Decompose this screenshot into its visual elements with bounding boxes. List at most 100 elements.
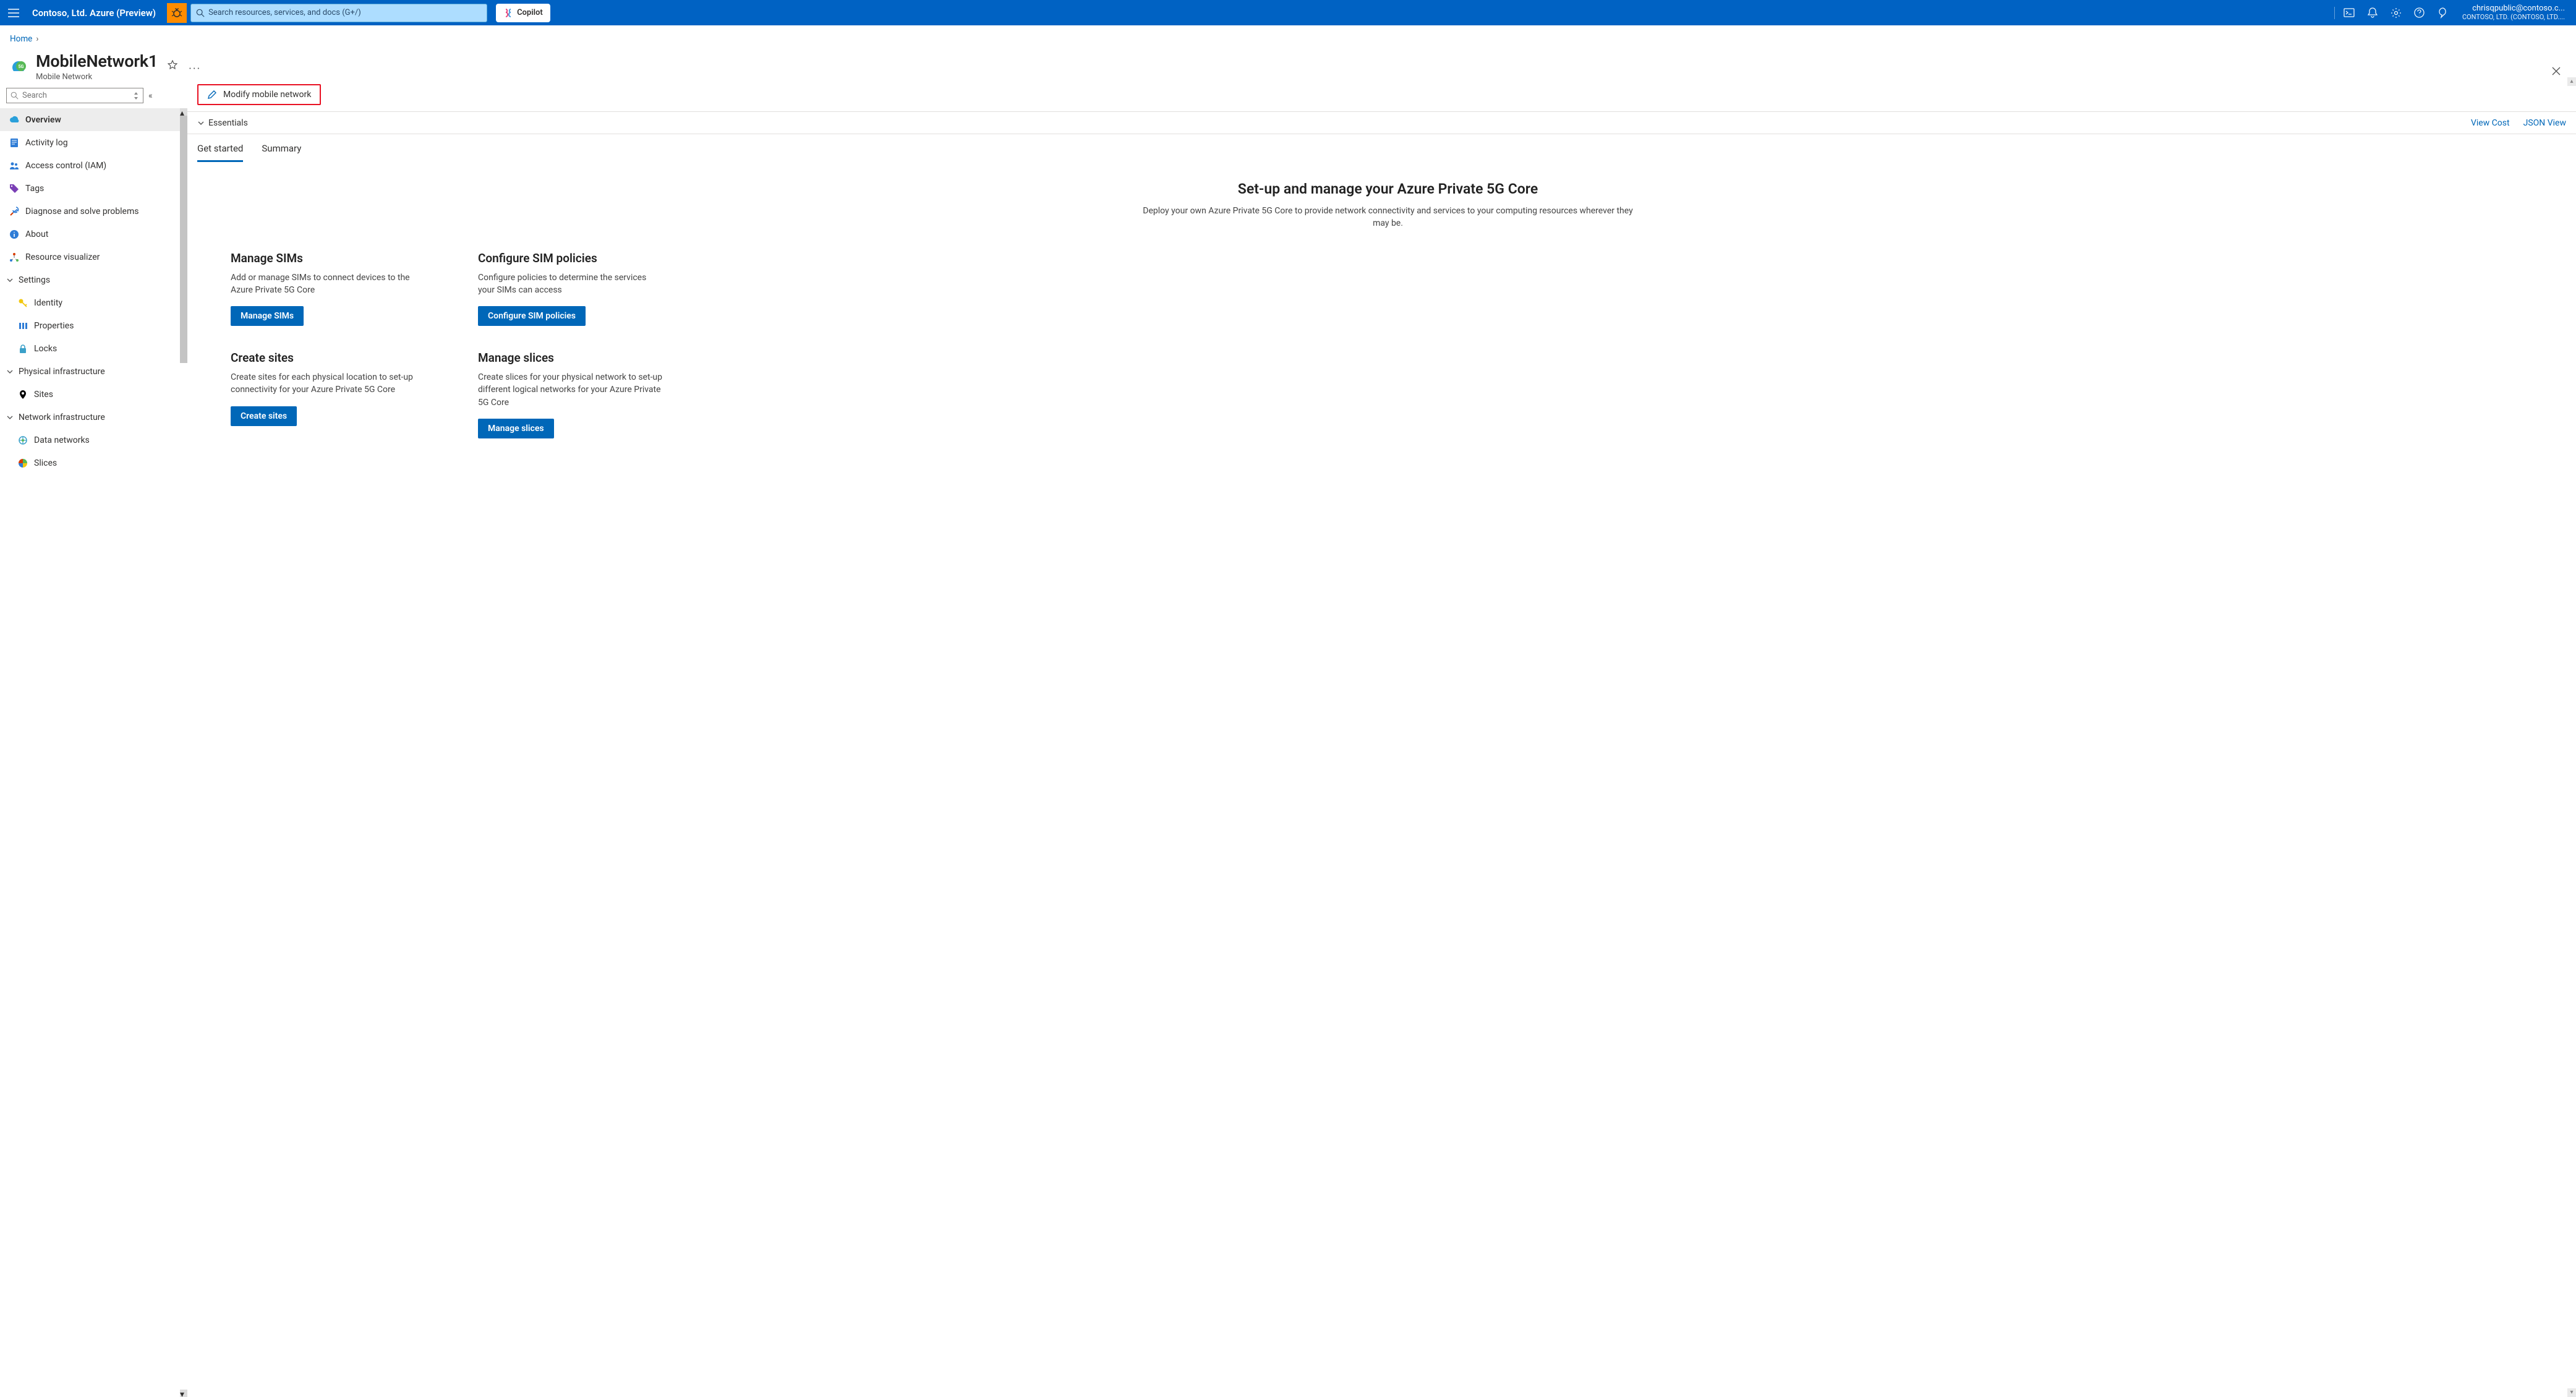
create-sites-button[interactable]: Create sites <box>231 406 297 426</box>
tab-bar: Get started Summary <box>187 134 2576 162</box>
sort-icon[interactable] <box>133 92 139 100</box>
tab-get-started[interactable]: Get started <box>197 143 243 162</box>
page-title: MobileNetwork1 <box>36 51 158 71</box>
modify-label: Modify mobile network <box>223 90 311 100</box>
sidebar-search[interactable] <box>6 88 143 103</box>
collapse-sidebar-button[interactable]: « <box>148 91 153 101</box>
card-title: Manage slices <box>478 351 713 365</box>
notifications-button[interactable] <box>2362 1 2383 25</box>
sidebar-item-slices[interactable]: Slices <box>0 451 181 474</box>
scroll-down-icon[interactable]: ▾ <box>180 1390 187 1397</box>
graph-icon <box>9 252 19 262</box>
pin-favorite-button[interactable] <box>168 60 177 70</box>
copilot-icon <box>503 8 513 18</box>
essentials-toggle[interactable]: Essentials <box>197 118 248 128</box>
sidebar-item-properties[interactable]: Properties <box>0 314 181 337</box>
search-icon <box>196 9 205 17</box>
resource-sidebar: Home › 5G MobileNetwork1 Mobile Network … <box>0 25 187 1397</box>
resource-type-label: Mobile Network <box>36 72 158 82</box>
chevron-down-icon <box>197 119 205 127</box>
sidebar-item-label: Tags <box>25 184 44 194</box>
sidebar-item-label: Data networks <box>34 435 90 445</box>
network-icon <box>18 435 28 445</box>
sidebar-item-label: Properties <box>34 321 74 331</box>
manage-slices-button[interactable]: Manage slices <box>478 419 554 438</box>
sidebar-item-resource-visualizer[interactable]: Resource visualizer <box>0 246 181 268</box>
scroll-up-icon[interactable]: ▴ <box>2567 77 2576 86</box>
global-header: Contoso, Ltd. Azure (Preview) Copilot ch… <box>0 0 2576 25</box>
card-title: Configure SIM policies <box>478 251 713 265</box>
scroll-thumb[interactable] <box>180 116 187 363</box>
sidebar-item-identity[interactable]: Identity <box>0 291 181 314</box>
copilot-label: Copilot <box>517 8 543 17</box>
sidebar-item-label: Slices <box>34 458 57 468</box>
main-scrollbar[interactable]: ▴ ▾ <box>2567 77 2576 1397</box>
location-icon <box>18 390 28 399</box>
modify-mobile-network-button[interactable]: Modify mobile network <box>197 84 321 105</box>
sidebar-group-label: Settings <box>19 275 50 285</box>
sidebar-search-input[interactable] <box>22 91 129 100</box>
info-icon <box>9 229 19 239</box>
account-tenant: CONTOSO, LTD. (CONTOSO, LTD.... <box>2462 14 2565 22</box>
help-button[interactable] <box>2409 1 2430 25</box>
tab-content: Set-up and manage your Azure Private 5G … <box>187 162 2576 1397</box>
sidebar-item-label: Overview <box>25 115 61 125</box>
wrench-icon <box>9 207 19 216</box>
hero-section: Set-up and manage your Azure Private 5G … <box>1135 181 1642 230</box>
sidebar-item-about[interactable]: About <box>0 223 181 246</box>
card-configure-policies: Configure SIM policies Configure policie… <box>478 251 713 327</box>
card-manage-sims: Manage SIMs Add or manage SIMs to connec… <box>231 251 466 327</box>
manage-sims-button[interactable]: Manage SIMs <box>231 306 304 326</box>
sidebar-item-overview[interactable]: Overview <box>0 108 181 131</box>
breadcrumb-home[interactable]: Home <box>10 34 32 44</box>
sidebar-nav: Overview Activity log Access control (IA… <box>0 108 187 1397</box>
card-desc: Add or manage SIMs to connect devices to… <box>231 271 416 297</box>
sidebar-item-label: Identity <box>34 298 62 308</box>
report-bug-button[interactable] <box>167 3 187 23</box>
sidebar-item-label: About <box>25 229 48 239</box>
sidebar-item-label: Resource visualizer <box>25 252 100 262</box>
sidebar-item-label: Access control (IAM) <box>25 161 106 171</box>
sidebar-group-network[interactable]: Network infrastructure <box>0 406 181 429</box>
sidebar-scrollbar[interactable]: ▴ ▾ <box>180 108 187 1397</box>
lock-icon <box>18 344 28 354</box>
global-search-input[interactable] <box>208 8 482 17</box>
account-menu[interactable]: chrisqpublic@contoso.c... CONTOSO, LTD. … <box>2456 4 2571 22</box>
menu-icon[interactable] <box>5 4 22 22</box>
breadcrumb: Home › <box>0 25 187 46</box>
view-cost-link[interactable]: View Cost <box>2471 118 2510 128</box>
sidebar-group-settings[interactable]: Settings <box>0 268 181 291</box>
sidebar-item-tags[interactable]: Tags <box>0 177 181 200</box>
edit-icon <box>207 90 217 100</box>
sidebar-item-label: Sites <box>34 390 53 399</box>
scroll-down-icon[interactable]: ▾ <box>2567 1388 2576 1397</box>
hero-subtitle: Deploy your own Azure Private 5G Core to… <box>1135 205 1642 230</box>
card-create-sites: Create sites Create sites for each physi… <box>231 351 466 438</box>
json-view-link[interactable]: JSON View <box>2523 118 2566 128</box>
chevron-down-icon <box>6 414 14 421</box>
svg-text:5G: 5G <box>19 64 24 69</box>
brand-home-link[interactable]: Contoso, Ltd. Azure (Preview) <box>25 7 163 19</box>
sidebar-item-label: Activity log <box>25 138 68 148</box>
scroll-up-icon[interactable]: ▴ <box>180 108 187 116</box>
copilot-button[interactable]: Copilot <box>496 4 550 22</box>
sidebar-item-locks[interactable]: Locks <box>0 337 181 360</box>
sidebar-group-physical[interactable]: Physical infrastructure <box>0 360 181 383</box>
sidebar-item-activity-log[interactable]: Activity log <box>0 131 181 154</box>
hero-title: Set-up and manage your Azure Private 5G … <box>1135 181 1642 197</box>
essentials-section: Essentials View Cost JSON View <box>187 112 2576 134</box>
resource-heading: 5G MobileNetwork1 Mobile Network ··· <box>0 46 187 85</box>
configure-sim-policies-button[interactable]: Configure SIM policies <box>478 306 586 326</box>
sidebar-item-sites[interactable]: Sites <box>0 383 181 406</box>
feedback-button[interactable] <box>2433 1 2454 25</box>
settings-button[interactable] <box>2386 1 2407 25</box>
sidebar-item-data-networks[interactable]: Data networks <box>0 429 181 451</box>
cloud-shell-button[interactable] <box>2339 1 2360 25</box>
global-search[interactable] <box>190 4 487 22</box>
sidebar-item-diagnose[interactable]: Diagnose and solve problems <box>0 200 181 223</box>
mobile-network-icon: 5G <box>7 56 30 79</box>
chevron-down-icon <box>6 276 14 284</box>
sidebar-item-access-control[interactable]: Access control (IAM) <box>0 154 181 177</box>
close-blade-button[interactable] <box>2551 66 2561 76</box>
tab-summary[interactable]: Summary <box>262 143 301 162</box>
